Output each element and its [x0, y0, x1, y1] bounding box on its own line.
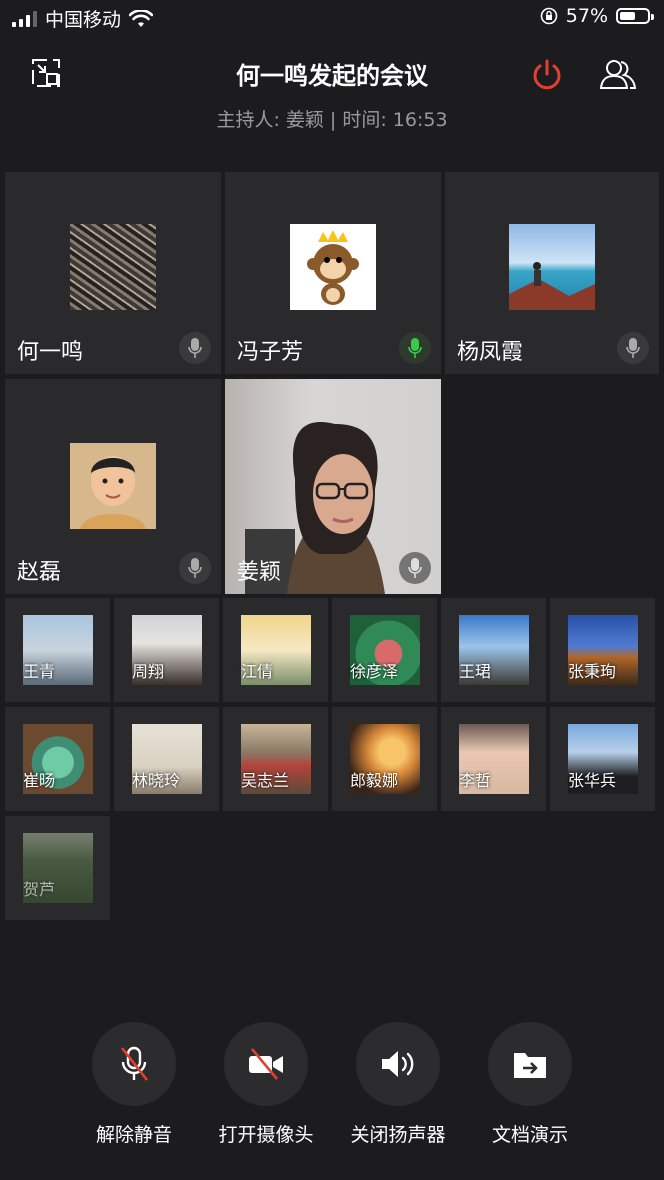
avatar — [509, 224, 595, 310]
mic-status — [617, 332, 649, 364]
participant-name: 赵磊 — [17, 560, 62, 585]
wifi-icon — [129, 9, 154, 27]
microphone-icon — [188, 338, 202, 358]
participant-name: 何一鸣 — [17, 340, 84, 365]
grid-participant-tile[interactable]: 林晓玲 — [114, 707, 219, 811]
participant-name: 冯子芳 — [237, 340, 304, 365]
participant-name: 李哲 — [459, 771, 492, 790]
microphone-icon — [408, 338, 422, 358]
grid-participant-tile[interactable]: 徐彦泽 — [332, 598, 437, 702]
meeting-info: 主持人: 姜颖 | 时间: 16:53 — [216, 109, 448, 131]
participant-name: 郎毅娜 — [350, 771, 399, 790]
participant-name: 江倩 — [241, 662, 274, 681]
grid-participant-tile[interactable]: 张华兵 — [550, 707, 655, 811]
participant-name: 贺芦 — [23, 880, 56, 899]
participant-name: 徐彦泽 — [350, 662, 399, 681]
share-document-label: 文档演示 — [491, 1124, 568, 1146]
share-document-button[interactable]: 文档演示 — [470, 1022, 590, 1147]
grid-participant-tile[interactable]: 崔旸 — [5, 707, 110, 811]
grid-participant-tile[interactable]: 张秉珣 — [550, 598, 655, 702]
avatar — [70, 224, 156, 310]
grid-participant-tile[interactable]: 王青 — [5, 598, 110, 702]
avatar — [290, 224, 376, 310]
share-doc-icon — [514, 1053, 546, 1078]
participant-name: 周翔 — [132, 662, 165, 681]
camera-off-icon — [249, 1048, 283, 1080]
participant-name: 杨凤霞 — [457, 340, 524, 365]
unmute-button[interactable]: 解除静音 — [74, 1022, 194, 1147]
carrier-label: 中国移动 — [45, 9, 122, 31]
mic-status — [179, 552, 211, 584]
end-meeting-button[interactable] — [528, 56, 566, 94]
microphone-icon — [408, 558, 422, 578]
microphone-icon — [626, 338, 640, 358]
grid-participant-tile[interactable]: 周翔 — [114, 598, 219, 702]
mic-muted-icon — [120, 1046, 149, 1081]
avatar — [70, 443, 156, 529]
participants-button[interactable] — [598, 56, 638, 92]
participant-tile[interactable]: 冯子芳 — [225, 172, 441, 374]
signal-icon — [12, 10, 37, 27]
minimize-icon — [32, 59, 60, 87]
camera-label: 打开摄像头 — [218, 1124, 314, 1146]
grid-participant-tile[interactable]: 江倩 — [223, 598, 328, 702]
participant-name: 姜颖 — [237, 560, 282, 585]
video-tile[interactable]: 姜颖 — [225, 379, 441, 594]
participant-name: 吴志兰 — [241, 771, 290, 790]
participant-tile[interactable]: 杨凤霞 — [445, 172, 659, 374]
speaker-button[interactable]: 关闭扬声器 — [338, 1022, 458, 1147]
participant-name: 王青 — [23, 662, 56, 681]
microphone-icon — [188, 558, 202, 578]
meeting-title: 何一鸣发起的会议 — [236, 62, 428, 90]
participant-tile[interactable]: 赵磊 — [5, 379, 221, 594]
status-bar: 中国移动 57% — [0, 0, 664, 34]
power-icon — [533, 59, 561, 90]
battery-icon — [616, 8, 654, 24]
participant-name: 崔旸 — [23, 771, 56, 790]
participant-name: 张华兵 — [568, 771, 617, 790]
participant-name: 张秉珣 — [568, 662, 617, 681]
battery-percent: 57% — [565, 5, 608, 27]
participants-icon — [599, 60, 637, 89]
grid-participant-tile[interactable]: 李哲 — [441, 707, 546, 811]
grid-participant-tile[interactable]: 吴志兰 — [223, 707, 328, 811]
participant-name: 王珺 — [459, 662, 492, 681]
speaker-icon — [382, 1051, 414, 1077]
participant-tile[interactable]: 何一鸣 — [5, 172, 221, 374]
grid-participant-tile[interactable]: 贺芦 — [5, 816, 110, 920]
minimize-button[interactable] — [28, 55, 64, 91]
participant-name: 林晓玲 — [132, 771, 181, 790]
grid-participant-tile[interactable]: 郎毅娜 — [332, 707, 437, 811]
unmute-label: 解除静音 — [95, 1124, 172, 1146]
mic-status — [399, 332, 431, 364]
mic-status — [399, 552, 431, 584]
mic-status — [179, 332, 211, 364]
speaker-label: 关闭扬声器 — [350, 1124, 446, 1146]
grid-participant-tile[interactable]: 王珺 — [441, 598, 546, 702]
rotation-lock-icon — [540, 7, 558, 25]
camera-button[interactable]: 打开摄像头 — [206, 1022, 326, 1147]
